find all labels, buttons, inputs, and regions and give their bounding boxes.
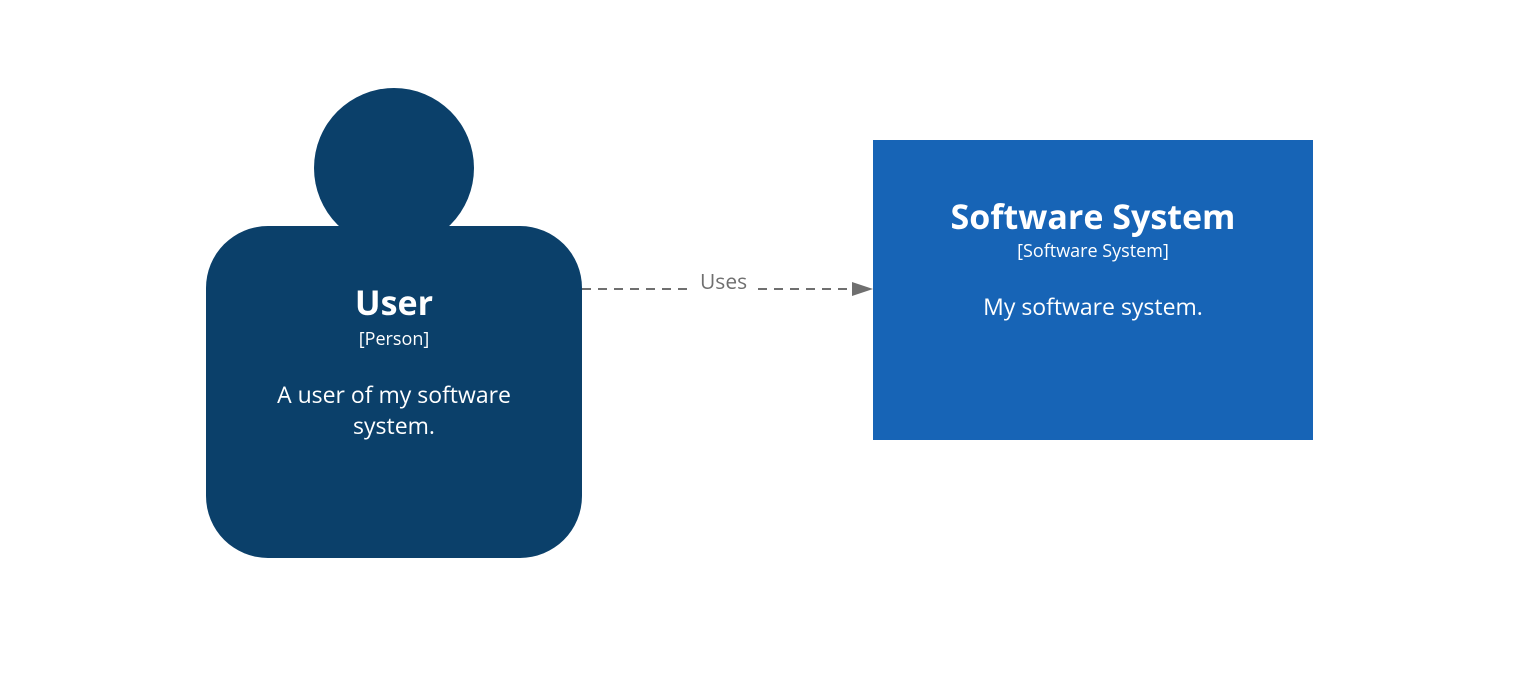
person-description: A user of my software system. xyxy=(240,379,548,441)
person-stereotype: [Person] xyxy=(240,327,548,351)
system-description: My software system. xyxy=(903,291,1283,322)
relationship-label: Uses xyxy=(700,268,747,296)
system-context-diagram: User [Person] A user of my software syst… xyxy=(0,0,1535,690)
person-body: User [Person] A user of my software syst… xyxy=(206,226,582,558)
system-title: Software System xyxy=(903,198,1283,235)
system-node-software-system: Software System [Software System] My sof… xyxy=(873,140,1313,440)
relationship-label-wrapper: Uses xyxy=(692,267,755,297)
system-stereotype: [Software System] xyxy=(903,239,1283,263)
person-node-user: User [Person] A user of my software syst… xyxy=(206,88,582,558)
person-title: User xyxy=(240,284,548,321)
person-head-icon xyxy=(314,88,474,248)
